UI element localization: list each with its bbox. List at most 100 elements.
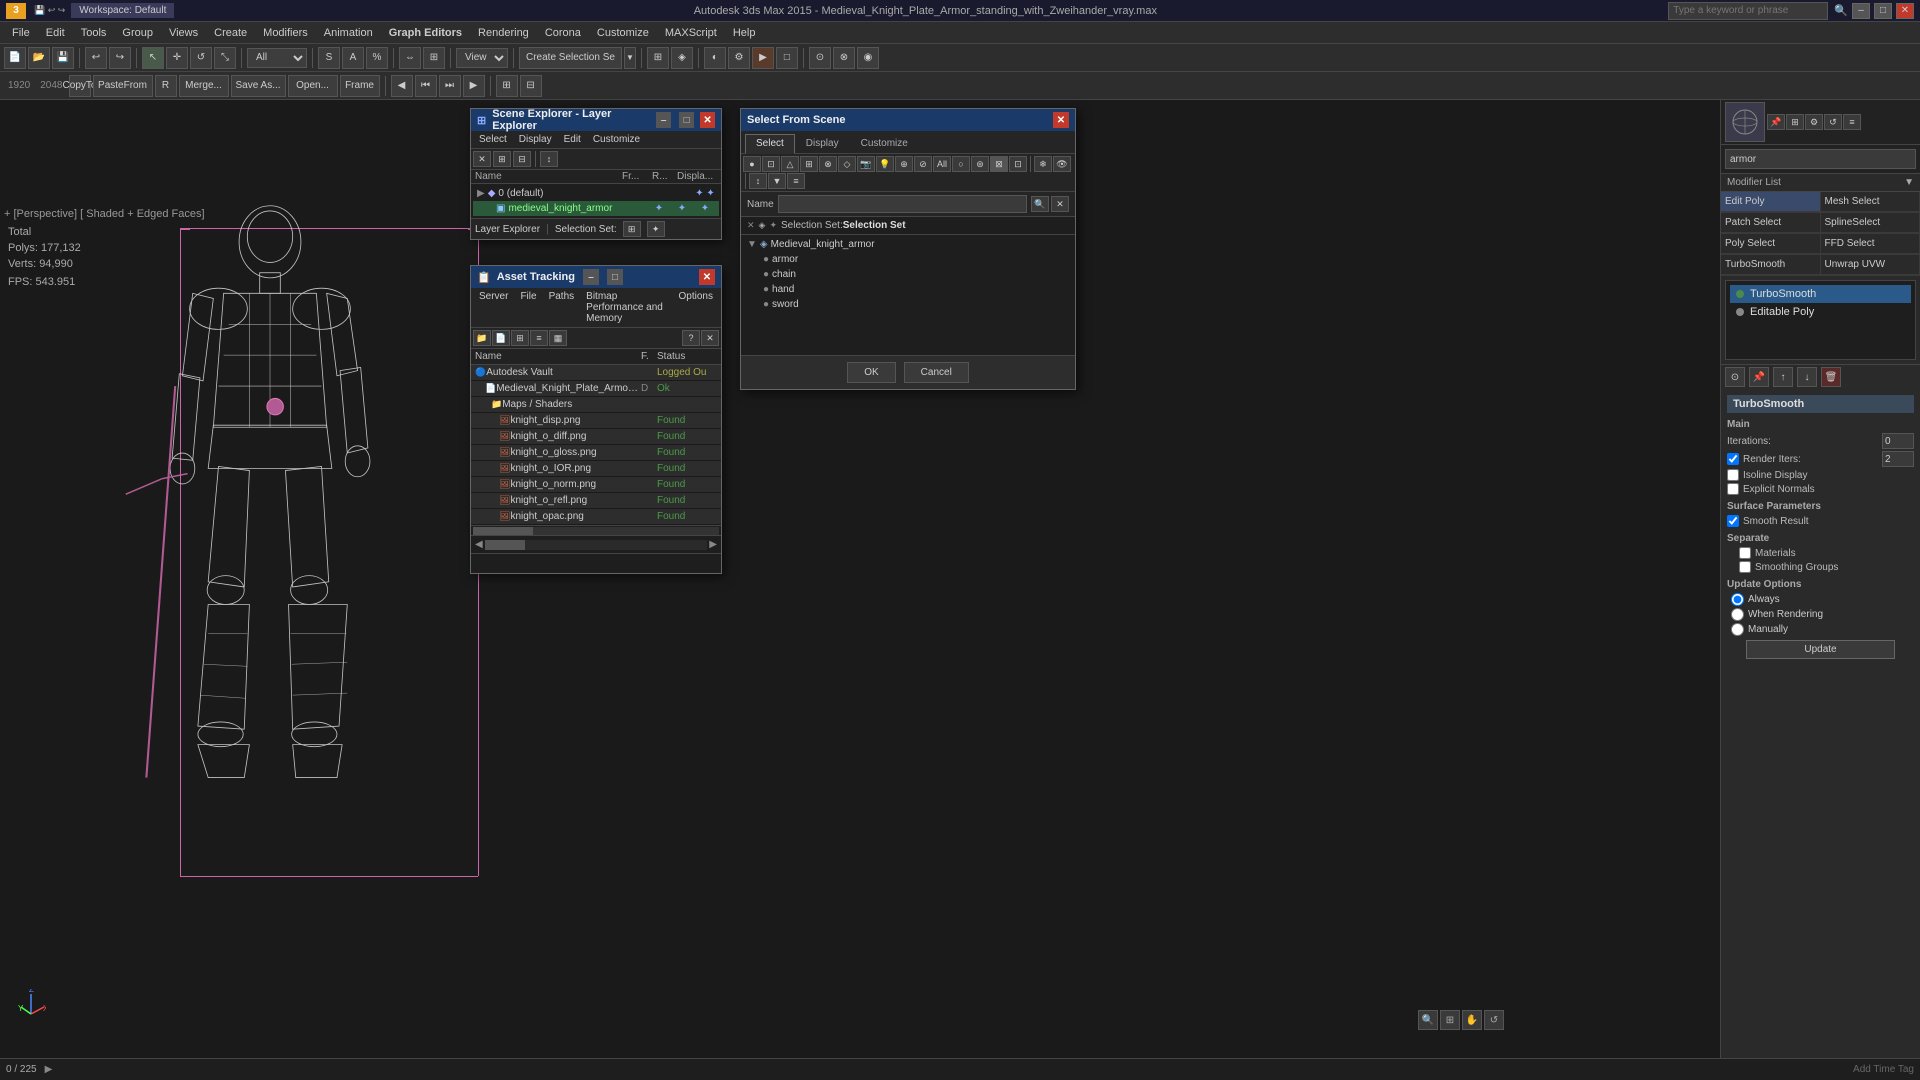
menu-file[interactable]: File bbox=[4, 25, 38, 41]
pin-stack-btn[interactable]: 📌 bbox=[1749, 367, 1769, 387]
at-close-btn[interactable]: ✕ bbox=[701, 330, 719, 346]
at-row-gloss[interactable]: 🖼 knight_o_gloss.png Found bbox=[471, 445, 721, 461]
create-selection-btn[interactable]: Create Selection Se bbox=[519, 47, 622, 69]
history-btn[interactable]: ↺ bbox=[1824, 114, 1842, 130]
redo-btn[interactable]: ↪ bbox=[109, 47, 131, 69]
sfs-close-btn[interactable]: ✕ bbox=[1053, 112, 1069, 128]
poly-select-btn[interactable]: Poly Select bbox=[1721, 234, 1821, 254]
at-row-knight-file[interactable]: 📄 Medieval_Knight_Plate_Armor_st... D Ok bbox=[471, 381, 721, 397]
at-menu-paths[interactable]: Paths bbox=[543, 289, 581, 326]
se-item-default[interactable]: ▶ ◆ 0 (default) ✦ ✦ bbox=[473, 186, 719, 201]
zoom-btn[interactable]: 🔍 bbox=[1418, 1010, 1438, 1030]
se-selset-btn[interactable]: ✦ bbox=[647, 221, 665, 237]
at-scrollbar[interactable] bbox=[471, 525, 721, 535]
sfs-btn-cam[interactable]: 📷 bbox=[857, 156, 875, 172]
at-hscroll-thumb[interactable] bbox=[485, 540, 525, 550]
sfs-btn-freeze[interactable]: ❄ bbox=[1034, 156, 1052, 172]
sfs-btn-helper[interactable]: ⊕ bbox=[895, 156, 913, 172]
menu-corona[interactable]: Corona bbox=[537, 25, 589, 41]
spline-select-btn[interactable]: SplineSelect bbox=[1821, 213, 1920, 233]
unwrap-uvw-btn[interactable]: Unwrap UVW bbox=[1821, 255, 1920, 275]
menu-views[interactable]: Views bbox=[161, 25, 206, 41]
save-as-btn[interactable]: Save As... bbox=[231, 75, 286, 97]
rotate-btn[interactable]: ↺ bbox=[190, 47, 212, 69]
asset-tracking-close[interactable]: ✕ bbox=[699, 269, 715, 285]
sfs-tree-root[interactable]: ▼ ◈ Medieval_knight_armor bbox=[743, 237, 1073, 252]
menu-help[interactable]: Help bbox=[725, 25, 764, 41]
mesh-select-btn[interactable]: Mesh Select bbox=[1821, 192, 1920, 212]
smoothing-groups-checkbox[interactable] bbox=[1739, 561, 1751, 573]
at-btn2[interactable]: 📄 bbox=[492, 330, 510, 346]
iterations-input[interactable] bbox=[1882, 433, 1914, 449]
material-editor-btn[interactable]: ◐ bbox=[704, 47, 726, 69]
mirror-btn[interactable]: ⇔ bbox=[399, 47, 421, 69]
anim-icon2[interactable]: ⏮ bbox=[415, 75, 437, 97]
menu-rendering[interactable]: Rendering bbox=[470, 25, 537, 41]
sfs-btn-hide[interactable]: 👁 bbox=[1053, 156, 1071, 172]
sfs-btn-space[interactable]: ⊘ bbox=[914, 156, 932, 172]
make-unique-btn[interactable]: ⊙ bbox=[1725, 367, 1745, 387]
open-file-btn[interactable]: Open... bbox=[288, 75, 338, 97]
sfs-btn-filter[interactable]: ▼ bbox=[768, 173, 786, 189]
extra-btn2[interactable]: ⊗ bbox=[833, 47, 855, 69]
edit-poly-btn[interactable]: Edit Poly bbox=[1721, 192, 1821, 212]
modifier-list-dropdown[interactable]: ▼ bbox=[1904, 177, 1914, 188]
scale-btn[interactable]: ⤡ bbox=[214, 47, 236, 69]
se-btn1[interactable]: ✕ bbox=[473, 151, 491, 167]
se-item-knight[interactable]: ▣ medieval_knight_armor ✦ ✦ ✦ bbox=[473, 201, 719, 216]
sfs-tab-customize[interactable]: Customize bbox=[850, 134, 919, 153]
create-selection-dropdown[interactable]: ▼ bbox=[624, 47, 636, 69]
isoline-checkbox[interactable] bbox=[1727, 469, 1739, 481]
sfs-btn-shape[interactable]: ◇ bbox=[838, 156, 856, 172]
update-button[interactable]: Update bbox=[1746, 640, 1896, 659]
at-row-disp[interactable]: 🖼 knight_disp.png Found bbox=[471, 413, 721, 429]
menu-graph-editors[interactable]: Graph Editors bbox=[381, 25, 470, 41]
menu-modifiers[interactable]: Modifiers bbox=[255, 25, 316, 41]
stack-to-bottom-btn[interactable]: ↓ bbox=[1797, 367, 1817, 387]
at-btn3[interactable]: ⊞ bbox=[511, 330, 529, 346]
schematic-view-btn[interactable]: ◈ bbox=[671, 47, 693, 69]
sfs-cancel-btn[interactable]: Cancel bbox=[904, 362, 969, 383]
turbosmooth-mod-btn[interactable]: TurboSmooth bbox=[1721, 255, 1821, 275]
viewport-icon1[interactable]: ⊞ bbox=[496, 75, 518, 97]
sfs-btn-light[interactable]: 💡 bbox=[876, 156, 894, 172]
when-rendering-radio[interactable] bbox=[1731, 608, 1744, 621]
sfs-btn-cols[interactable]: ≡ bbox=[787, 173, 805, 189]
more-btn[interactable]: ≡ bbox=[1843, 114, 1861, 130]
scene-explorer-maximize[interactable]: □ bbox=[679, 112, 694, 128]
at-menu-bitmap[interactable]: Bitmap Performance and Memory bbox=[580, 289, 672, 326]
modifier-search-input[interactable] bbox=[1725, 149, 1916, 169]
stack-editable-poly[interactable]: Editable Poly bbox=[1730, 303, 1911, 321]
progress-arrow[interactable]: ▶ bbox=[45, 1064, 53, 1075]
frame-btn[interactable]: Frame bbox=[340, 75, 380, 97]
asset-tracking-minimize[interactable]: – bbox=[583, 269, 599, 285]
open-btn[interactable]: 📂 bbox=[28, 47, 50, 69]
snap-toggle-btn[interactable]: S bbox=[318, 47, 340, 69]
view-dropdown[interactable]: View bbox=[456, 48, 508, 68]
render-setup-btn[interactable]: ⚙ bbox=[728, 47, 750, 69]
layer-manager-btn[interactable]: ⊞ bbox=[647, 47, 669, 69]
render-iters-input[interactable] bbox=[1882, 451, 1914, 467]
options-btn[interactable]: ⚙ bbox=[1805, 114, 1823, 130]
align-btn[interactable]: ⊞ bbox=[423, 47, 445, 69]
at-menu-options[interactable]: Options bbox=[673, 289, 719, 326]
sfs-btn-inv[interactable]: ⊛ bbox=[971, 156, 989, 172]
scene-explorer-minimize[interactable]: – bbox=[656, 112, 671, 128]
sfs-btn-sel2[interactable]: ⊡ bbox=[1009, 156, 1027, 172]
manually-radio[interactable] bbox=[1731, 623, 1744, 636]
se-layer-btn[interactable]: ⊞ bbox=[623, 221, 641, 237]
orbit-btn[interactable]: ↺ bbox=[1484, 1010, 1504, 1030]
at-menu-server[interactable]: Server bbox=[473, 289, 514, 326]
menu-create[interactable]: Create bbox=[206, 25, 255, 41]
sfs-name-clear-btn[interactable]: ✕ bbox=[1051, 196, 1069, 212]
stack-to-top-btn[interactable]: ↑ bbox=[1773, 367, 1793, 387]
pin-btn[interactable]: 📌 bbox=[1767, 114, 1785, 130]
undo-btn[interactable]: ↩ bbox=[85, 47, 107, 69]
sfs-name-search-btn[interactable]: 🔍 bbox=[1031, 196, 1049, 212]
select-btn[interactable]: ↖ bbox=[142, 47, 164, 69]
save-btn[interactable]: 💾 bbox=[52, 47, 74, 69]
layer-btn[interactable]: ⊞ bbox=[1786, 114, 1804, 130]
turbosmooth-title[interactable]: TurboSmooth bbox=[1727, 395, 1914, 413]
at-hscroll-left[interactable]: ◀ bbox=[475, 539, 483, 550]
percent-snap-btn[interactable]: % bbox=[366, 47, 388, 69]
